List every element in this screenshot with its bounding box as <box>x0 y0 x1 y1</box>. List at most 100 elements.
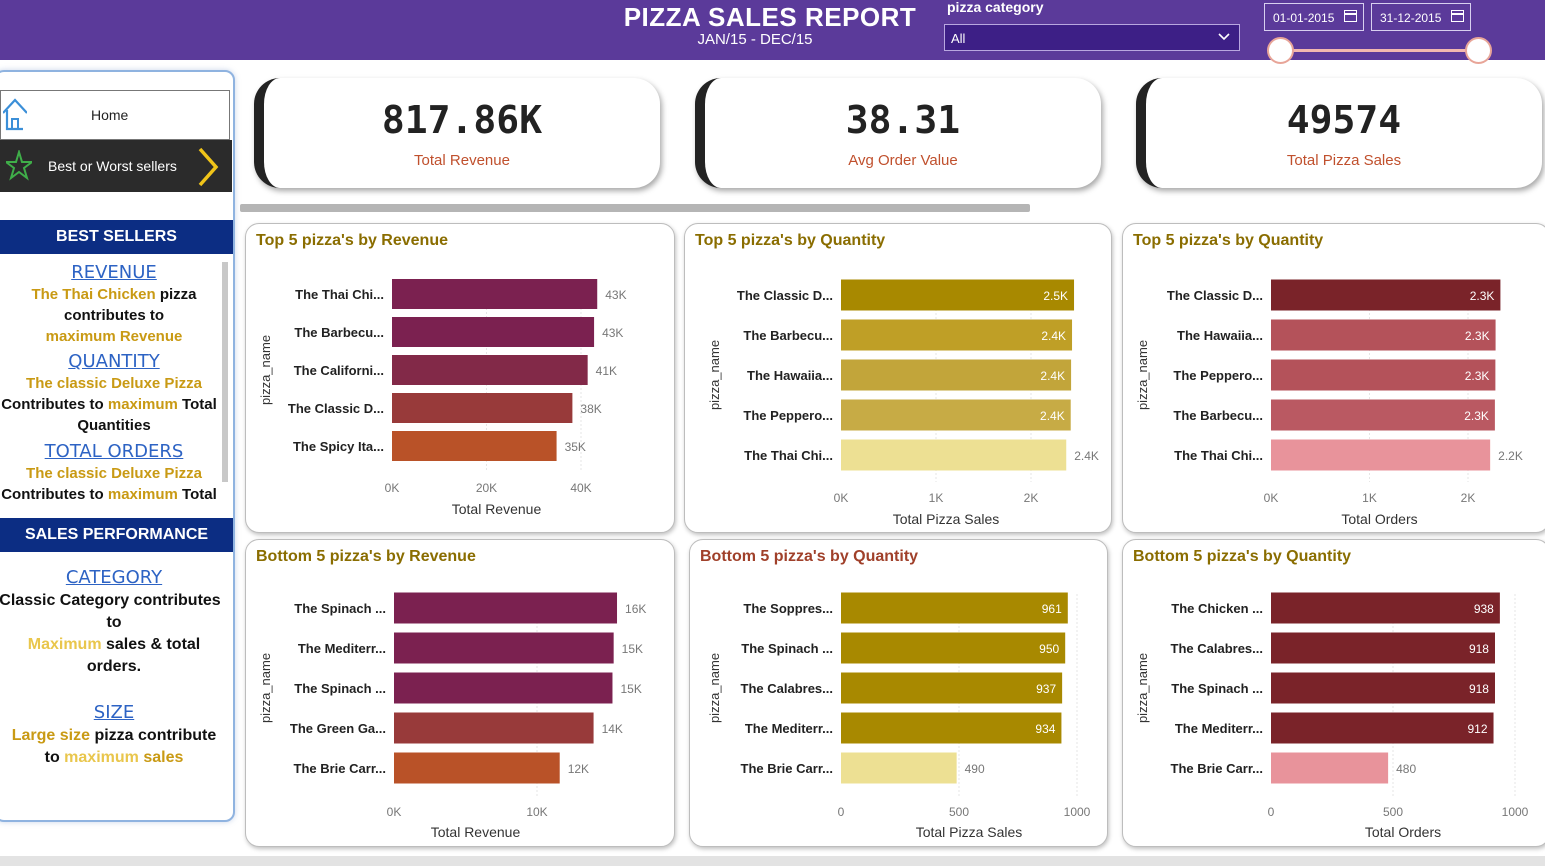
bar-chart: 0 500 1000 The Chicken ... 938 The Calabres..… <box>1135 592 1529 840</box>
orders-best-pizza: The classic Deluxe Pizza <box>26 465 202 482</box>
end-date-input[interactable]: 31-12-2015 <box>1371 3 1471 31</box>
x-tick-label: 20K <box>476 481 497 495</box>
horizontal-scrollbar[interactable] <box>240 204 1030 212</box>
start-date-input[interactable]: 01-01-2015 <box>1264 3 1364 31</box>
size-insight: SIZE Large size pizza contribute to maxi… <box>2 702 226 769</box>
x-axis-title: Total Revenue <box>431 824 521 840</box>
x-tick-label: 0 <box>838 805 845 819</box>
date-slider-end-handle[interactable] <box>1465 37 1492 64</box>
category-label: The Classic D... <box>737 288 833 303</box>
category-label: The Hawaiia... <box>1177 328 1263 343</box>
bar <box>841 399 1071 431</box>
category-label: The Peppero... <box>1173 368 1263 383</box>
x-tick-label: 0K <box>1264 491 1279 505</box>
size-text: sales <box>138 749 184 766</box>
bar <box>841 672 1063 704</box>
bar <box>1271 399 1495 431</box>
category-filter-label: pizza category <box>947 0 1044 15</box>
quantity-text: maximum <box>107 396 178 413</box>
chart-panel-bottom-orders: 0 500 1000 The Chicken ... 938 The Calabres..… <box>1122 539 1545 847</box>
category-label: The Hawaiia... <box>747 368 833 383</box>
data-label: 937 <box>1036 682 1056 696</box>
y-axis-title: pizza_name <box>258 335 273 405</box>
kpi-card-avg-order-value: 38.31 Avg Order Value <box>695 78 1101 188</box>
x-tick-label: 1000 <box>1502 805 1529 819</box>
x-tick-label: 500 <box>949 805 969 819</box>
y-axis-title: pizza_name <box>707 653 722 723</box>
x-tick-label: 500 <box>1383 805 1403 819</box>
category-text: Maximum <box>27 636 102 653</box>
bar <box>841 592 1068 624</box>
chart-title: Top 5 pizza's by Quantity <box>695 232 886 249</box>
nav-home-button[interactable]: Home <box>0 90 230 140</box>
y-axis-title: pizza_name <box>258 653 273 723</box>
bar <box>394 752 560 784</box>
kpi-label: Total Revenue <box>414 152 510 169</box>
category-label: The Spicy Ita... <box>293 439 384 454</box>
bar-chart: 0K 20K 40K The Thai Chi... 43K The Barbecu...… <box>258 279 627 517</box>
data-label: 480 <box>1396 762 1416 776</box>
data-label: 2.2K <box>1498 449 1523 463</box>
bar <box>1271 672 1495 704</box>
data-label: 15K <box>622 642 643 656</box>
x-tick-label: 1K <box>929 491 944 505</box>
category-label: The Green Ga... <box>290 721 386 736</box>
chart-title: Bottom 5 pizza's by Quantity <box>700 548 919 565</box>
revenue-link[interactable]: REVENUE <box>71 262 157 283</box>
date-range-slider[interactable] <box>1280 49 1478 52</box>
data-label: 43K <box>602 326 623 340</box>
category-text: Classic Category <box>0 592 130 609</box>
category-label: The Calabres... <box>741 681 833 696</box>
category-label: The Spinach ... <box>741 641 833 656</box>
x-tick-label: 0 <box>1268 805 1275 819</box>
data-label: 38K <box>580 402 601 416</box>
size-text: maximum <box>64 749 139 766</box>
data-label: 2.5K <box>1043 289 1068 303</box>
quantity-best-pizza: The classic Deluxe Pizza <box>26 375 202 392</box>
revenue-text: maximum Revenue <box>45 328 183 345</box>
category-link[interactable]: CATEGORY <box>66 567 162 588</box>
chart-panel-top-orders: 0K 1K 2K The Classic D... 2.3K The Hawaiia...… <box>1122 223 1545 533</box>
size-text: to <box>44 749 65 766</box>
bar-chart: 0K 1K 2K The Classic D... 2.5K The Barbecu...… <box>707 279 1099 527</box>
data-label: 938 <box>1474 602 1494 616</box>
category-label: The Barbecu... <box>294 325 384 340</box>
quantity-text: Total <box>177 396 217 413</box>
category-label: The Barbecu... <box>743 328 833 343</box>
category-label: The Thai Chi... <box>1174 448 1263 463</box>
x-tick-label: 0K <box>834 491 849 505</box>
bar <box>841 439 1067 471</box>
calendar-icon[interactable] <box>1451 10 1464 22</box>
x-axis-title: Total Orders <box>1341 511 1417 527</box>
chart-panel-top-revenue: 0K 20K 40K The Thai Chi... 43K The Barbecu...… <box>245 223 675 533</box>
category-text: to <box>106 614 122 631</box>
size-link[interactable]: SIZE <box>94 702 134 723</box>
category-label: The Mediterr... <box>745 721 833 736</box>
category-label: The Mediterr... <box>298 641 386 656</box>
chart-title: Bottom 5 pizza's by Quantity <box>1133 548 1352 565</box>
kpi-card-total-revenue: 817.86K Total Revenue <box>254 78 660 188</box>
date-slider-start-handle[interactable] <box>1267 37 1294 64</box>
calendar-icon[interactable] <box>1344 10 1357 22</box>
category-label: The Thai Chi... <box>295 287 384 302</box>
orders-insight: TOTAL ORDERS The classic Deluxe Pizza Co… <box>1 441 226 505</box>
total-orders-link[interactable]: TOTAL ORDERS <box>45 441 184 462</box>
category-label: The Californi... <box>294 363 384 378</box>
data-label: 934 <box>1035 722 1055 736</box>
category-text: orders. <box>86 658 142 675</box>
chevron-down-icon <box>1218 33 1230 41</box>
bar <box>392 317 595 347</box>
nav-best-worst-button[interactable]: Best or Worst sellers <box>0 140 232 192</box>
bar <box>1271 439 1491 471</box>
kpi-label: Total Pizza Sales <box>1286 152 1402 169</box>
data-label: 918 <box>1469 642 1489 656</box>
category-dropdown[interactable]: All <box>944 24 1240 51</box>
bar <box>1271 712 1494 744</box>
x-tick-label: 2K <box>1461 491 1476 505</box>
category-label: The Classic D... <box>1167 288 1263 303</box>
quantity-link[interactable]: QUANTITY <box>68 351 159 372</box>
data-label: 12K <box>568 762 589 776</box>
data-label: 2.4K <box>1040 369 1065 383</box>
bar <box>841 319 1073 351</box>
data-label: 2.4K <box>1040 409 1065 423</box>
